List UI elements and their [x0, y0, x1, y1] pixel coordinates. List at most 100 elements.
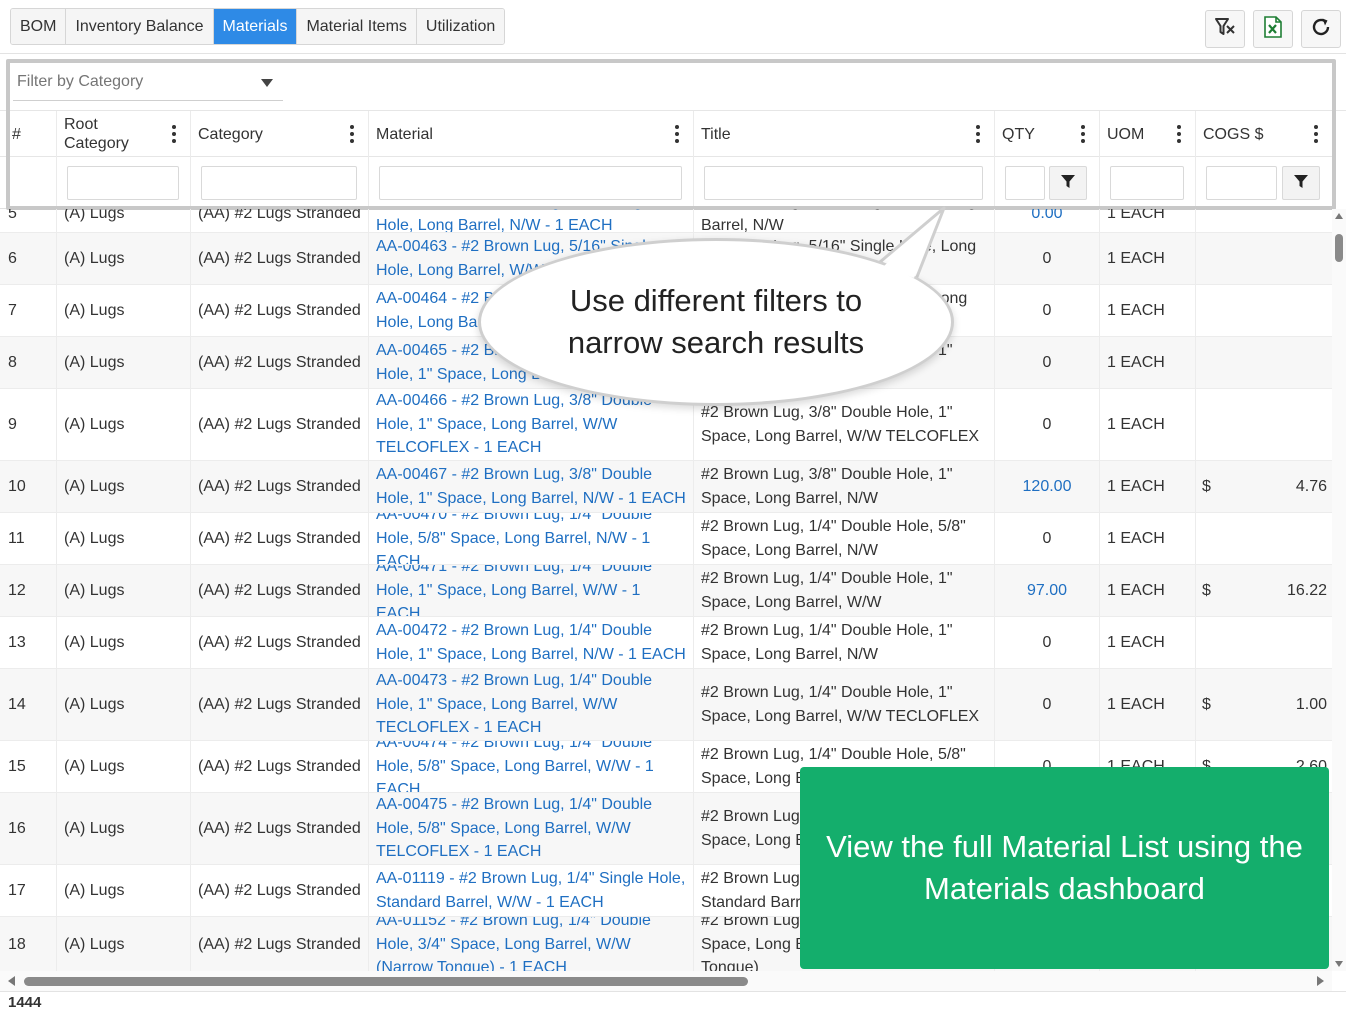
column-menu-icon[interactable] [1081, 125, 1085, 143]
table-row[interactable]: 13 (A) Lugs (AA) #2 Lugs Stranded AA-00472 … [0, 617, 1332, 669]
column-menu-icon[interactable] [976, 125, 980, 143]
category-cell: (AA) #2 Lugs Stranded [191, 513, 369, 564]
root-cell: (A) Lugs [57, 389, 191, 460]
qty-cell[interactable]: 120.00 [995, 461, 1100, 512]
material-cell[interactable]: AA-00471 - #2 Brown Lug, 1/4" Double Hol… [369, 565, 694, 616]
material-cell[interactable]: AA-01152 - #2 Brown Lug, 1/4" Double Hol… [369, 917, 694, 971]
root-cell: (A) Lugs [57, 233, 191, 284]
column-header-label: Root Category [64, 116, 129, 152]
column-header-label: QTY [1002, 125, 1035, 143]
scroll-down-icon[interactable] [1335, 961, 1343, 967]
uom-cell: 1 EACH [1100, 233, 1196, 284]
cogs-value: 4.76 [1295, 477, 1327, 495]
top-toolbar: BOM Inventory Balance Materials Material It… [0, 0, 1346, 54]
column-menu-icon[interactable] [350, 125, 354, 143]
uom-cell: 1 EACH [1100, 669, 1196, 740]
materials-dashboard-callout: View the full Material List using the Ma… [800, 767, 1329, 969]
column-header-uom[interactable]: UOM [1100, 111, 1196, 157]
export-excel-button[interactable] [1253, 10, 1293, 48]
column-menu-icon[interactable] [1314, 125, 1318, 143]
scroll-right-icon[interactable] [1317, 976, 1324, 986]
material-cell[interactable]: AA-00475 - #2 Brown Lug, 1/4" Double Hol… [369, 793, 694, 864]
table-row[interactable]: 11 (A) Lugs (AA) #2 Lugs Stranded AA-00470 … [0, 513, 1332, 565]
cogs-value: 1.00 [1295, 695, 1327, 713]
material-cell[interactable]: AA-00467 - #2 Brown Lug, 3/8" Double Hol… [369, 461, 694, 512]
qty-cell[interactable]: 97.00 [995, 565, 1100, 616]
uom-cell: 1 EACH [1100, 285, 1196, 336]
table-row[interactable]: 10 (A) Lugs (AA) #2 Lugs Stranded AA-00467 … [0, 461, 1332, 513]
uom-cell: 1 EACH [1100, 209, 1196, 232]
vertical-scroll-thumb[interactable] [1335, 234, 1343, 262]
root-cell: (A) Lugs [57, 741, 191, 792]
root-cell: (A) Lugs [57, 617, 191, 668]
qty-filter-input[interactable] [1005, 166, 1045, 200]
column-header-cogs[interactable]: COGS $ [1196, 111, 1332, 157]
qty-cell: 0 [995, 617, 1100, 668]
tab-materials[interactable]: Materials [213, 9, 298, 44]
table-row[interactable]: 14 (A) Lugs (AA) #2 Lugs Stranded AA-00473 … [0, 669, 1332, 741]
clear-filters-button[interactable] [1205, 10, 1245, 48]
title-filter-input[interactable] [704, 166, 983, 200]
category-cell: (AA) #2 Lugs Stranded [191, 617, 369, 668]
material-cell[interactable]: AA-00470 - #2 Brown Lug, 1/4" Double Hol… [369, 513, 694, 564]
filter-area: Filter by Category [0, 55, 1346, 111]
material-cell[interactable]: AA-00462 - #2 Brown Lug, 5/16" Single Ho… [369, 209, 694, 232]
column-menu-icon[interactable] [675, 125, 679, 143]
material-filter-input[interactable] [379, 166, 682, 200]
clear-filters-icon [1214, 16, 1236, 43]
tab-utilization[interactable]: Utilization [416, 9, 505, 44]
material-cell[interactable]: AA-00474 - #2 Brown Lug, 1/4" Double Hol… [369, 741, 694, 792]
category-cell: (AA) #2 Lugs Stranded [191, 865, 369, 916]
table-row[interactable]: 5(A) Lugs(AA) #2 Lugs StrandedAA-00462 -… [0, 209, 1332, 233]
num-cell: 5 [0, 209, 57, 232]
material-cell[interactable]: AA-01119 - #2 Brown Lug, 1/4" Single Hol… [369, 865, 694, 916]
cogs-cell [1196, 209, 1332, 232]
column-menu-icon[interactable] [1177, 125, 1181, 143]
uom-cell: 1 EACH [1100, 337, 1196, 388]
column-header-qty[interactable]: QTY [995, 111, 1100, 157]
cogs-filter-button[interactable] [1282, 166, 1320, 200]
cogs-filter-input[interactable] [1206, 166, 1277, 200]
category-cell: (AA) #2 Lugs Stranded [191, 917, 369, 971]
cogs-cell [1196, 337, 1332, 388]
refresh-button[interactable] [1301, 10, 1341, 48]
cogs-value: 16.22 [1286, 581, 1327, 599]
filter-funnel-icon [1293, 173, 1309, 194]
table-row[interactable]: 12 (A) Lugs (AA) #2 Lugs Stranded AA-00471 … [0, 565, 1332, 617]
uom-cell: 1 EACH [1100, 513, 1196, 564]
scroll-up-icon[interactable] [1335, 213, 1343, 219]
cogs-cell [1196, 285, 1332, 336]
column-header-root-category[interactable]: Root Category [57, 111, 191, 157]
uom-filter-input[interactable] [1110, 166, 1184, 200]
root-cell: (A) Lugs [57, 917, 191, 971]
qty-filter-button[interactable] [1049, 166, 1087, 200]
root-category-filter-input[interactable] [67, 166, 179, 200]
column-header-title[interactable]: Title [694, 111, 995, 157]
qty-cell: 0 [995, 389, 1100, 460]
grid-header: # Root Category Category Material Title Q… [0, 111, 1332, 157]
category-filter-input[interactable] [201, 166, 357, 200]
horizontal-scrollbar[interactable] [0, 971, 1332, 991]
column-header-category[interactable]: Category [191, 111, 369, 157]
tab-inventory-balance[interactable]: Inventory Balance [66, 9, 214, 44]
num-cell: 16 [0, 793, 57, 864]
category-filter-dropdown[interactable]: Filter by Category [13, 63, 283, 101]
filter-cell-cogs [1196, 157, 1332, 209]
num-cell: 11 [0, 513, 57, 564]
category-cell: (AA) #2 Lugs Stranded [191, 793, 369, 864]
column-header-number[interactable]: # [0, 111, 57, 157]
num-cell: 7 [0, 285, 57, 336]
tab-bom[interactable]: BOM [11, 9, 67, 44]
tab-material-items[interactable]: Material Items [297, 9, 417, 44]
scroll-left-icon[interactable] [8, 976, 15, 986]
horizontal-scroll-thumb[interactable] [24, 977, 748, 986]
vertical-scrollbar[interactable] [1332, 209, 1346, 971]
column-header-material[interactable]: Material [369, 111, 694, 157]
material-cell[interactable]: AA-00473 - #2 Brown Lug, 1/4" Double Hol… [369, 669, 694, 740]
qty-cell: 0 [995, 669, 1100, 740]
qty-cell[interactable]: 0.00 [995, 209, 1100, 232]
column-menu-icon[interactable] [172, 125, 176, 143]
title-cell: #2 Brown Lug, 3/8" Double Hole, 1" Space… [694, 461, 995, 512]
num-cell: 13 [0, 617, 57, 668]
material-cell[interactable]: AA-00472 - #2 Brown Lug, 1/4" Double Hol… [369, 617, 694, 668]
